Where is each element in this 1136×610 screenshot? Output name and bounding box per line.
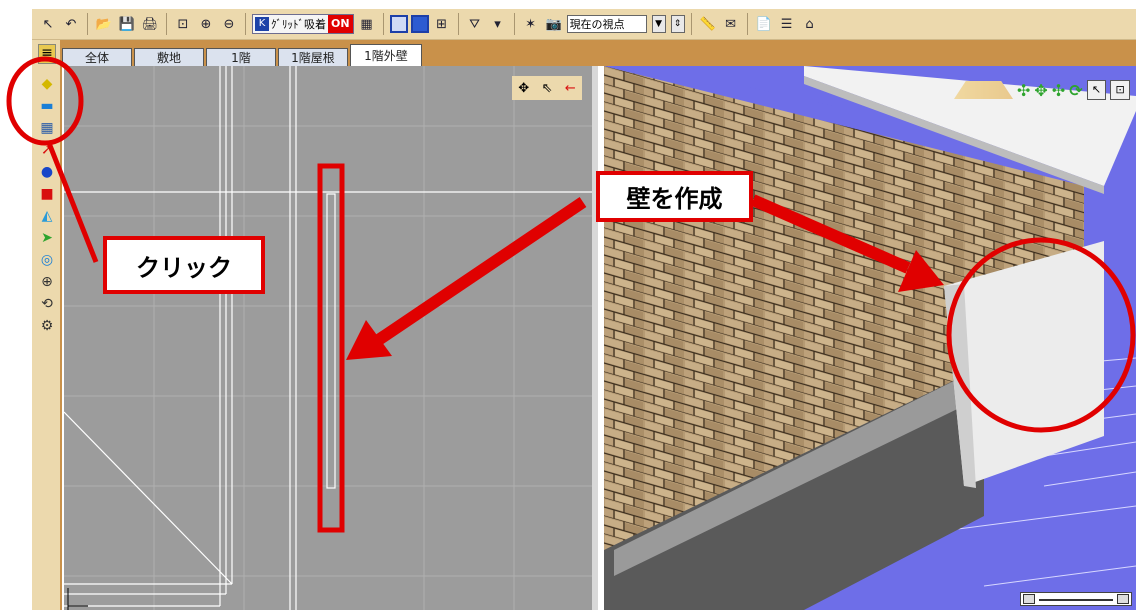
wall-tool-icon[interactable]: ▬ (38, 98, 56, 114)
document-icon[interactable]: 📄 (754, 14, 774, 34)
split-view-icon[interactable] (410, 15, 429, 33)
nav-base (954, 81, 1013, 99)
house-render-icon[interactable]: ⌂ (800, 14, 820, 34)
orbit-left-icon[interactable]: ✣ (1017, 81, 1030, 100)
toolbar-separator (87, 13, 88, 35)
save-icon[interactable]: 💾 (117, 14, 137, 34)
grid-icon[interactable]: ▦ (357, 14, 377, 34)
grid-snap-toggle[interactable]: K ｸﾞﾘｯﾄﾞ吸着 ON (252, 14, 354, 34)
zoom-in-icon[interactable]: ⊕ (196, 14, 216, 34)
dropdown-arrow-icon[interactable]: ▾ (488, 14, 508, 34)
camera-icon[interactable]: 📷 (544, 14, 564, 34)
open-folder-icon[interactable]: 📂 (94, 14, 114, 34)
grid-snap-icon: K (255, 17, 269, 31)
click-callout: クリック (103, 236, 265, 294)
3d-scene (604, 66, 1136, 610)
zoom-fit-icon[interactable]: ⊡ (173, 14, 193, 34)
create-wall-callout: 壁を作成 (596, 171, 753, 222)
fit-view-icon[interactable]: ⊡ (1110, 80, 1130, 100)
light-icon[interactable]: ✶ (521, 14, 541, 34)
plan-view[interactable]: ✥ ⇖ ← (64, 66, 598, 610)
zoom-out-icon[interactable]: ⊖ (219, 14, 239, 34)
floor-tool-icon[interactable]: ◆ (38, 76, 56, 92)
toolbar-separator (690, 13, 692, 35)
mail-icon[interactable]: ✉ (721, 14, 741, 34)
toolbar-separator (382, 13, 384, 35)
select-arrow-icon[interactable]: ↖ (38, 14, 58, 34)
viewpoint-select[interactable]: 現在の視点 (566, 15, 647, 33)
main-toolbar: ↖ ↶ 📂 💾 🖨 ⊡ ⊕ ⊖ K ｸﾞﾘｯﾄﾞ吸着 ON ▦ ⊞ ⛛ ▾ ✶ … (32, 9, 1136, 40)
zoom-track (1039, 599, 1113, 601)
toolbar-separator (245, 13, 246, 35)
window-tool-icon[interactable]: ▦ (38, 120, 56, 136)
tab-floor1-exterior-wall[interactable]: 1階外壁 (350, 44, 422, 66)
single-view-icon[interactable] (389, 15, 408, 33)
rotate-tool-icon[interactable]: ⟲ (38, 296, 56, 312)
move-left-icon[interactable]: ← (565, 81, 576, 96)
toolbar-separator (513, 13, 515, 35)
plan-grid (64, 66, 592, 610)
toolbar-separator (457, 13, 459, 35)
pointer-edit-icon[interactable]: ⇖ (542, 81, 553, 96)
left-tool-palette: ≡ ◆ ▬ ▦ ➚ ● ■ ◭ ➤ ◎ ⊕ ⟲ ⚙ (32, 40, 62, 610)
pointer-mode-icon[interactable]: ↖ (1086, 80, 1107, 100)
plan-nav-tools: ✥ ⇖ ← (512, 76, 582, 100)
viewpoint-stepper-icon[interactable]: ⇕ (670, 15, 685, 33)
settings-tool-icon[interactable]: ⚙ (38, 318, 56, 334)
print-icon[interactable]: 🖨 (140, 14, 160, 34)
shape-tool-icon[interactable]: ◭ (38, 208, 56, 224)
measure-icon[interactable]: 📏 (698, 14, 718, 34)
3d-view[interactable]: ✣ ✥ ✣ ⟳ ↖ ⊡ (604, 66, 1136, 610)
grid-snap-label: ｸﾞﾘｯﾄﾞ吸着 (271, 18, 326, 31)
render-icon[interactable]: ☰ (777, 14, 797, 34)
floor-tab-strip: 全体 敷地 1階 1階屋根 1階外壁 (32, 40, 1136, 66)
zoom-out-end[interactable] (1023, 594, 1035, 604)
arrow-shape-tool-icon[interactable]: ➤ (38, 230, 56, 246)
rotate-icon[interactable]: ⟳ (1069, 81, 1082, 100)
undo-icon[interactable]: ↶ (61, 14, 81, 34)
viewpoint-dropdown-icon[interactable]: ▼ (651, 15, 666, 33)
layer-toggle-icon[interactable]: ≡ (38, 44, 56, 64)
cylinder-tool-icon[interactable]: ⊕ (38, 274, 56, 290)
move-icon[interactable]: ✥ (1034, 81, 1047, 100)
orbit-right-icon[interactable]: ✣ (1052, 81, 1065, 100)
toolbar-separator (166, 13, 167, 35)
tab-site[interactable]: 敷地 (134, 48, 204, 66)
wall-highlight-rect (317, 163, 345, 533)
tab-floor1[interactable]: 1階 (206, 48, 276, 66)
ring-tool-icon[interactable]: ◎ (38, 252, 56, 268)
quad-view-icon[interactable]: ⊞ (432, 14, 452, 34)
3d-nav-tools: ✣ ✥ ✣ ⟳ ↖ ⊡ (954, 78, 1130, 102)
pan-icon[interactable]: ✥ (518, 81, 529, 96)
zoom-slider[interactable] (1020, 592, 1132, 606)
tab-floor1-roof[interactable]: 1階屋根 (278, 48, 348, 66)
tab-overall[interactable]: 全体 (62, 48, 132, 66)
toolbar-separator (746, 13, 748, 35)
box-tool-icon[interactable]: ■ (38, 186, 56, 202)
pen-tool-icon[interactable]: ➚ (38, 142, 56, 158)
grid-snap-state: ON (328, 15, 353, 33)
sphere-tool-icon[interactable]: ● (38, 164, 56, 180)
paint-bucket-icon[interactable]: ⛛ (465, 14, 485, 34)
zoom-in-end[interactable] (1117, 594, 1129, 604)
